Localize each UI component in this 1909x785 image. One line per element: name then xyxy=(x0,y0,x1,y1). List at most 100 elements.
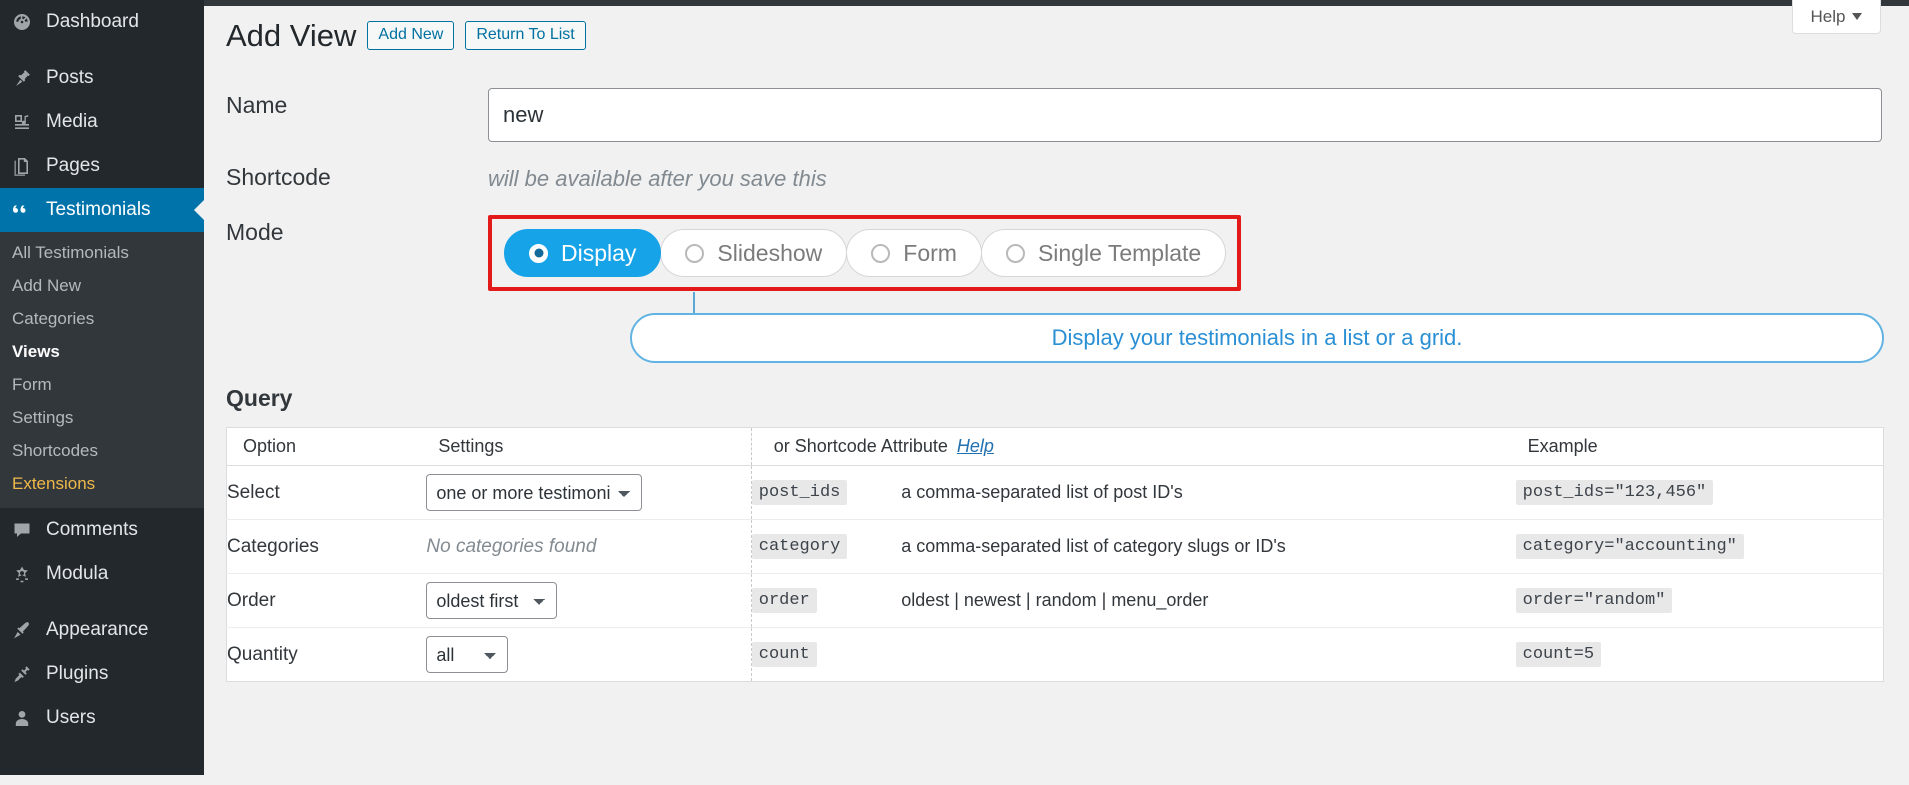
query-section-title: Query xyxy=(226,385,293,411)
example-chip: count=5 xyxy=(1515,642,1602,667)
sidebar-divider xyxy=(0,44,204,56)
chevron-down-icon xyxy=(1852,13,1863,20)
wordpress-admin-screen: Dashboard Posts Media Pages Testimonials… xyxy=(0,0,1909,785)
sidebar-item-label: Modula xyxy=(46,563,109,584)
sidebar-item-appearance[interactable]: Appearance xyxy=(0,608,204,652)
sidebar-item-label: Dashboard xyxy=(46,11,139,32)
plug-icon xyxy=(12,664,46,684)
sidebar-item-modula[interactable]: Modula xyxy=(0,552,204,596)
admin-bar-strip xyxy=(204,0,1909,6)
quantity-dropdown[interactable]: all xyxy=(426,636,509,673)
row-attribute-cell: post_ids xyxy=(750,465,902,520)
mode-option-single-template[interactable]: Single Template xyxy=(980,229,1227,277)
mode-option-label: Single Template xyxy=(1037,239,1202,266)
row-setting-cell: No categories found xyxy=(426,519,752,574)
sidebar-item-label: Pages xyxy=(46,155,100,176)
submenu-item-views[interactable]: Views xyxy=(0,335,204,368)
sidebar-item-comments[interactable]: Comments xyxy=(0,508,204,552)
row-description: a comma-separated list of post ID's xyxy=(901,482,1183,502)
radio-icon xyxy=(685,243,705,263)
sidebar-item-label: Comments xyxy=(46,519,138,540)
name-label: Name xyxy=(226,92,288,118)
select-testimonials-dropdown[interactable]: one or more testimonials xyxy=(426,474,643,511)
sidebar-item-users[interactable]: Users xyxy=(0,696,204,740)
mode-option-slideshow[interactable]: Slideshow xyxy=(660,229,848,277)
attribute-chip: post_ids xyxy=(751,480,848,505)
row-description xyxy=(901,627,1516,682)
submenu-item-add-new[interactable]: Add New xyxy=(0,269,204,302)
column-header-option: Option xyxy=(226,427,427,466)
order-dropdown[interactable]: oldest first xyxy=(426,582,558,619)
example-chip: post_ids="123,456" xyxy=(1515,480,1714,505)
row-option-label: Order xyxy=(226,573,427,628)
quote-icon xyxy=(12,200,46,220)
pages-icon xyxy=(12,156,46,176)
mode-connector-line xyxy=(693,292,695,314)
add-new-button[interactable]: Add New xyxy=(367,21,455,50)
sidebar-item-label: Users xyxy=(46,707,96,728)
page-header: Add View Add New Return To List xyxy=(226,20,586,51)
radio-icon xyxy=(529,243,548,263)
radio-icon xyxy=(871,243,891,263)
shortcode-label: Shortcode xyxy=(226,164,331,190)
dashboard-icon xyxy=(12,12,46,32)
column-header-settings: Settings xyxy=(426,427,752,466)
main-content-area: Help Add View Add New Return To List Nam… xyxy=(204,0,1909,785)
radio-icon xyxy=(1005,243,1025,263)
submenu-item-shortcodes[interactable]: Shortcodes xyxy=(0,434,204,467)
mode-option-form[interactable]: Form xyxy=(846,229,982,277)
table-row: Quantity all count count=5 xyxy=(226,627,1884,682)
mode-option-label: Slideshow xyxy=(717,239,823,266)
table-header-row: Option Settings or Shortcode Attribute He… xyxy=(226,427,1884,466)
attribute-chip: order xyxy=(751,588,817,613)
sidebar-item-label: Testimonials xyxy=(46,199,151,220)
query-options-table: Option Settings or Shortcode Attribute He… xyxy=(226,427,1884,682)
brush-icon xyxy=(12,620,46,640)
mode-row: Mode Display Slideshow Form Single Templ… xyxy=(226,215,1884,291)
row-option-label: Categories xyxy=(226,519,427,574)
table-row: Categories No categories found category … xyxy=(226,519,1884,574)
submenu-item-extensions[interactable]: Extensions xyxy=(0,467,204,500)
sidebar-item-plugins[interactable]: Plugins xyxy=(0,652,204,696)
sidebar-item-label: Plugins xyxy=(46,663,109,684)
submenu-item-settings[interactable]: Settings xyxy=(0,401,204,434)
row-setting-cell: one or more testimonials xyxy=(426,466,751,520)
submenu-item-all-testimonials[interactable]: All Testimonials xyxy=(0,236,204,269)
return-to-list-button[interactable]: Return To List xyxy=(465,21,586,50)
attribute-help-link[interactable]: Help xyxy=(957,436,994,456)
row-setting-cell: all xyxy=(426,627,752,682)
view-name-input[interactable] xyxy=(488,88,1882,142)
sidebar-item-testimonials[interactable]: Testimonials xyxy=(0,188,204,232)
table-row: Order oldest first order oldest | newest… xyxy=(226,573,1884,628)
media-icon xyxy=(12,112,46,132)
sidebar-divider-2 xyxy=(0,596,204,608)
help-button[interactable]: Help xyxy=(1792,0,1881,34)
row-description: oldest | newest | random | menu_order xyxy=(901,573,1516,628)
sidebar-item-label: Media xyxy=(46,111,98,132)
table-row: Select one or more testimonials post_ids… xyxy=(227,465,1884,520)
shortcode-note: will be available after you save this xyxy=(488,166,827,191)
submenu-item-form[interactable]: Form xyxy=(0,368,204,401)
user-icon xyxy=(12,708,46,728)
name-row: Name xyxy=(226,88,1884,142)
sidebar-item-media[interactable]: Media xyxy=(0,100,204,144)
mode-radio-group-highlight: Display Slideshow Form Single Template xyxy=(488,215,1242,291)
pin-icon xyxy=(12,68,46,88)
mode-label: Mode xyxy=(226,219,284,245)
sidebar-item-label: Posts xyxy=(46,67,94,88)
row-attribute-cell: category xyxy=(750,519,902,574)
row-example-cell: order="random" xyxy=(1515,573,1884,628)
mode-option-label: Display xyxy=(561,239,637,266)
row-setting-cell: oldest first xyxy=(426,573,752,628)
mode-option-label: Form xyxy=(903,239,957,266)
attribute-chip: count xyxy=(751,642,817,667)
row-attribute-cell: count xyxy=(750,627,902,682)
admin-sidebar: Dashboard Posts Media Pages Testimonials… xyxy=(0,0,204,775)
mode-option-display[interactable]: Display xyxy=(504,229,662,277)
sidebar-item-dashboard[interactable]: Dashboard xyxy=(0,0,204,44)
sidebar-item-posts[interactable]: Posts xyxy=(0,56,204,100)
submenu-item-categories[interactable]: Categories xyxy=(0,302,204,335)
sidebar-item-pages[interactable]: Pages xyxy=(0,144,204,188)
row-description: a comma-separated list of category slugs… xyxy=(901,519,1516,574)
row-attribute-cell: order xyxy=(750,573,902,628)
